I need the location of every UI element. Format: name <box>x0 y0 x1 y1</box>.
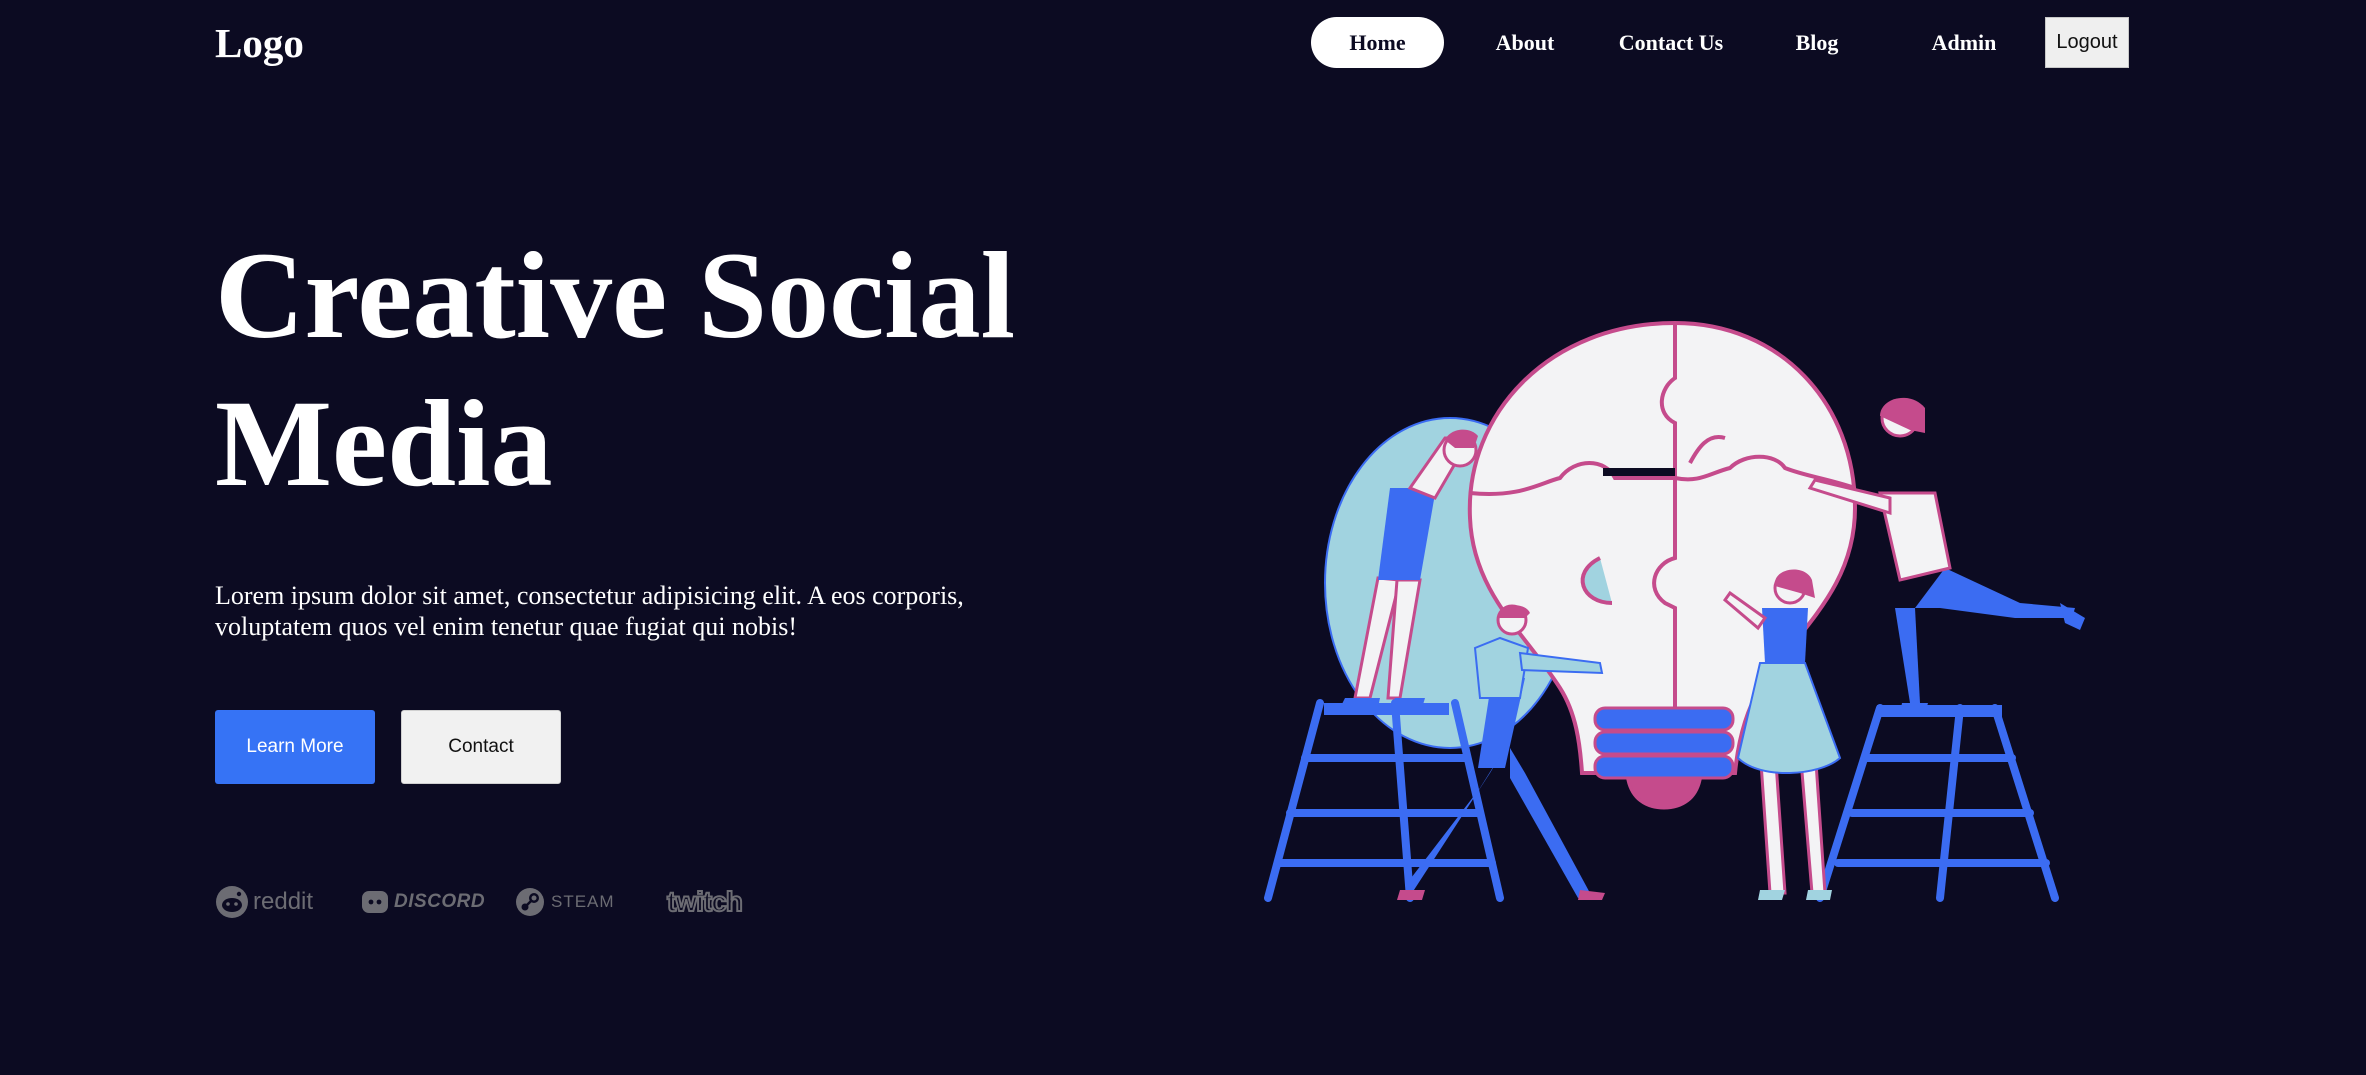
nav-about[interactable]: About <box>1480 17 1570 68</box>
hero-title: Creative Social Media <box>215 222 1115 518</box>
person-right-ladder <box>1807 397 2085 713</box>
logout-button[interactable]: Logout <box>2045 17 2129 68</box>
hero-title-line1: Creative Social <box>215 227 1016 364</box>
left-ladder <box>1264 699 1504 902</box>
reddit-icon <box>216 886 248 918</box>
nav-admin[interactable]: Admin <box>1918 17 2010 68</box>
twitch-label: twitch <box>666 885 744 918</box>
discord-label: DISCORD <box>394 891 486 912</box>
steam-icon <box>516 888 544 916</box>
contact-button[interactable]: Contact <box>401 710 561 784</box>
hero-title-line2: Media <box>215 375 553 512</box>
bulb-base <box>1593 706 1735 810</box>
lightbulb-puzzle-team-illustration <box>1264 320 2085 902</box>
hero-description: Lorem ipsum dolor sit amet, consectetur … <box>215 581 964 641</box>
nav-blog[interactable]: Blog <box>1776 17 1858 68</box>
steam-label: STEAM <box>551 892 615 911</box>
right-ladder <box>1816 704 2059 902</box>
main-nav: Home About Contact Us Blog Admin <box>0 17 2366 68</box>
nav-home[interactable]: Home <box>1311 17 1444 68</box>
reddit-label: reddit <box>253 888 314 915</box>
discord-logo[interactable]: DISCORD <box>361 880 485 924</box>
learn-more-button[interactable]: Learn More <box>215 710 375 784</box>
nav-contact-us[interactable]: Contact Us <box>1610 17 1732 68</box>
twitch-logo[interactable]: twitch <box>665 880 744 924</box>
reddit-logo[interactable]: reddit <box>215 880 313 924</box>
steam-logo[interactable]: STEAM <box>515 880 615 924</box>
right-ladder-top <box>1877 705 2002 717</box>
discord-icon <box>362 891 388 913</box>
